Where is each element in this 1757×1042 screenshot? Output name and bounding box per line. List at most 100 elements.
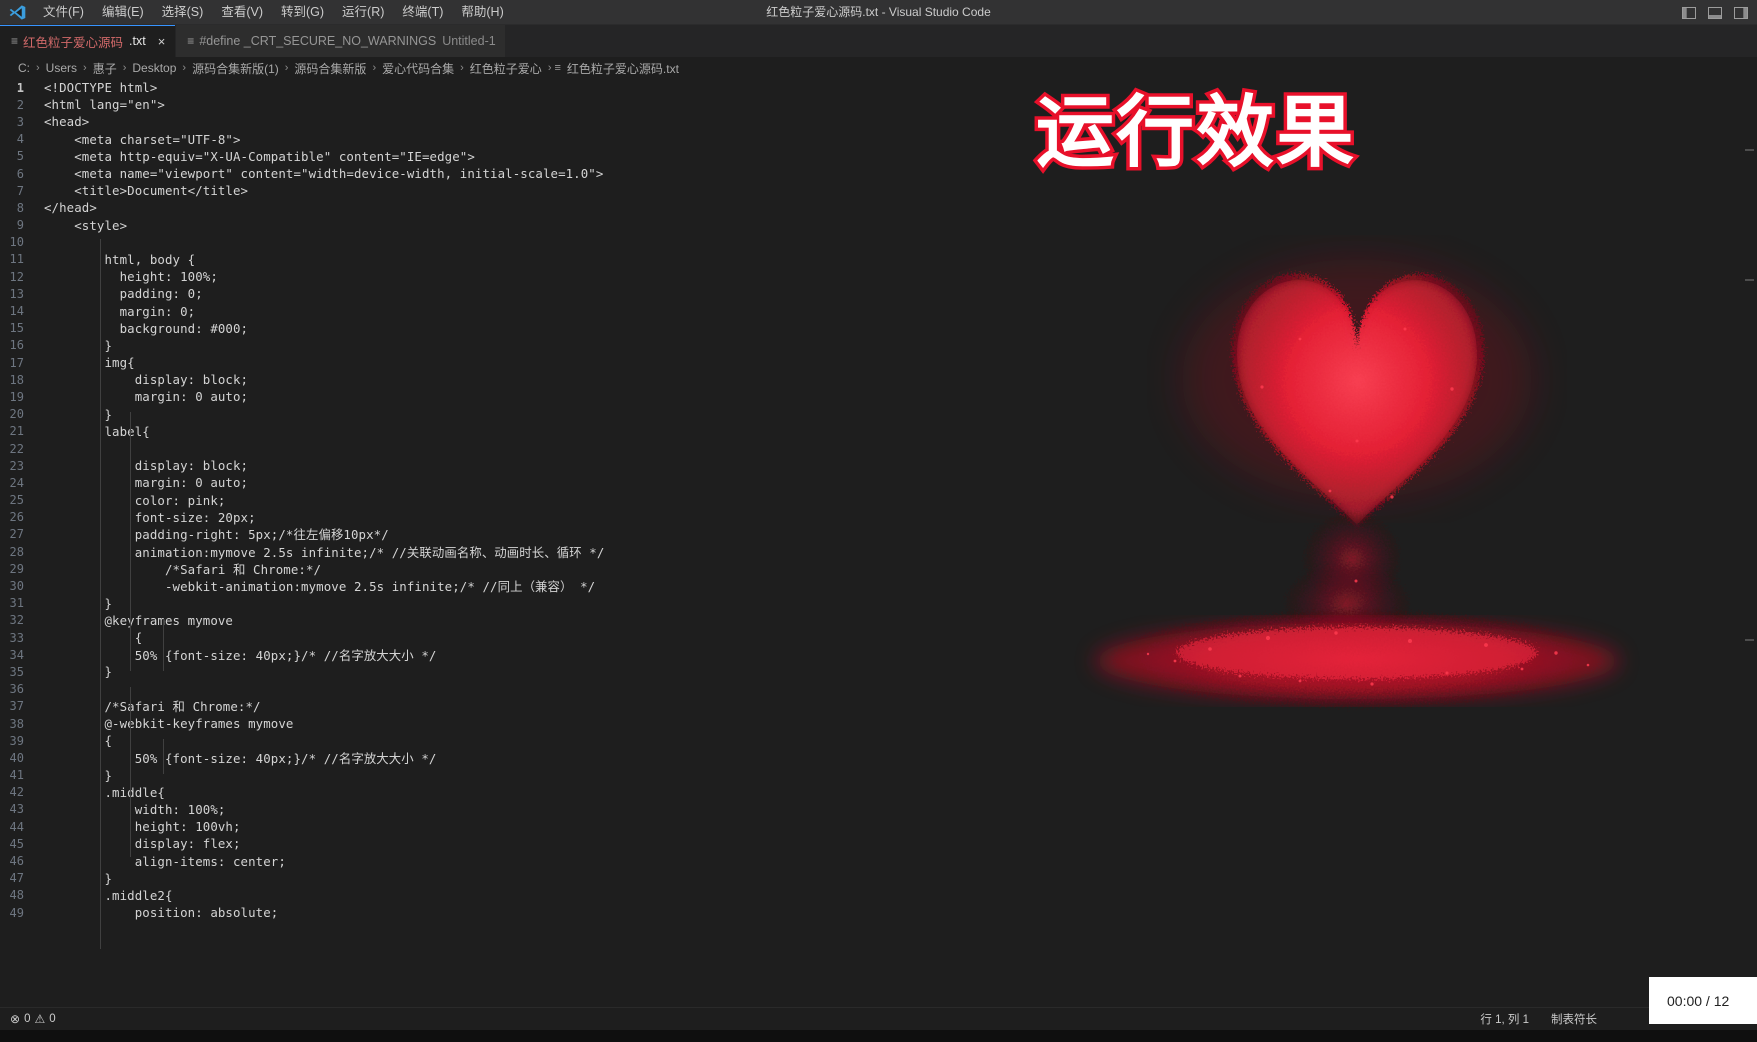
menu-item-file[interactable]: 文件(F): [34, 0, 93, 25]
menu-item-go[interactable]: 转到(G): [272, 0, 333, 25]
line-number: 17: [9, 355, 24, 370]
line-number: 43: [9, 802, 24, 817]
menu-item-view[interactable]: 查看(V): [212, 0, 272, 25]
code-line[interactable]: 22: [0, 440, 1000, 457]
code-line[interactable]: 24 margin: 0 auto;: [0, 474, 1000, 491]
code-line[interactable]: 8 </head>: [0, 199, 1000, 216]
code-line[interactable]: 17 img{: [0, 354, 1000, 371]
line-number: 1: [16, 80, 24, 95]
status-indentation[interactable]: 制表符长: [1551, 1011, 1597, 1027]
line-number: 20: [9, 407, 24, 422]
breadcrumb-segment-7[interactable]: 红色粒子爱心: [467, 60, 545, 77]
code-line[interactable]: 45 display: flex;: [0, 835, 1000, 852]
breadcrumb-segment-6[interactable]: 爱心代码合集: [379, 60, 457, 77]
code-line[interactable]: 3 <head>: [0, 113, 1000, 130]
code-line[interactable]: 31 }: [0, 595, 1000, 612]
code-line[interactable]: 43 width: 100%;: [0, 801, 1000, 818]
breadcrumb-segment-2[interactable]: 惠子: [90, 60, 120, 77]
code-line[interactable]: 49 position: absolute;: [0, 904, 1000, 921]
code-line[interactable]: 41 }: [0, 767, 1000, 784]
code-line[interactable]: 29 /*Safari 和 Chrome:*/: [0, 560, 1000, 577]
line-content: color: pink;: [44, 492, 226, 508]
menu-item-edit[interactable]: 编辑(E): [93, 0, 153, 25]
code-line[interactable]: 13 padding: 0;: [0, 285, 1000, 302]
menu-item-terminal[interactable]: 终端(T): [393, 0, 452, 25]
code-line[interactable]: 1 <!DOCTYPE html>: [0, 79, 1000, 96]
code-line[interactable]: 9 <style>: [0, 217, 1000, 234]
code-line[interactable]: 4 <meta charset="UTF-8">: [0, 131, 1000, 148]
code-line[interactable]: 44 height: 100vh;: [0, 818, 1000, 835]
status-problems[interactable]: ⊗ 0 ⚠ 0: [10, 1012, 56, 1026]
toggle-panel-icon[interactable]: [1707, 5, 1723, 21]
code-text-area[interactable]: 1 <!DOCTYPE html> 2 <html lang="en"> 3 <head>…: [0, 79, 1000, 963]
close-icon[interactable]: ×: [158, 35, 166, 48]
code-line[interactable]: 26 font-size: 20px;: [0, 509, 1000, 526]
line-number: 33: [9, 630, 24, 645]
red-particle-heart: [1000, 229, 1757, 749]
code-line[interactable]: 25 color: pink;: [0, 492, 1000, 509]
toggle-secondary-sidebar-icon[interactable]: [1733, 5, 1749, 21]
line-content: <meta charset="UTF-8">: [44, 131, 241, 147]
code-line[interactable]: 20 }: [0, 406, 1000, 423]
code-line[interactable]: 48 .middle2{: [0, 887, 1000, 904]
code-line[interactable]: 36: [0, 681, 1000, 698]
code-line[interactable]: 38 @-webkit-keyframes mymove: [0, 715, 1000, 732]
line-content: .middle{: [44, 784, 165, 800]
breadcrumb-segment-3[interactable]: Desktop: [129, 61, 179, 75]
code-line[interactable]: 5 <meta http-equiv="X-UA-Compatible" con…: [0, 148, 1000, 165]
code-line[interactable]: 39 {: [0, 732, 1000, 749]
code-line[interactable]: 7 <title>Document</title>: [0, 182, 1000, 199]
status-cursor-position[interactable]: 行 1, 列 1: [1480, 1011, 1529, 1027]
code-line[interactable]: 47 }: [0, 870, 1000, 887]
code-line[interactable]: 16 }: [0, 337, 1000, 354]
menu-bar: 文件(F) 编辑(E) 选择(S) 查看(V) 转到(G) 运行(R) 终端(T…: [34, 0, 513, 25]
breadcrumb-segment-5[interactable]: 源码合集新版: [291, 60, 369, 77]
text-file-icon: ≡: [187, 34, 194, 48]
line-content: margin: 0;: [44, 303, 196, 319]
code-line[interactable]: 11 html, body {: [0, 251, 1000, 268]
menu-item-help[interactable]: 帮助(H): [452, 0, 512, 25]
menu-item-selection[interactable]: 选择(S): [153, 0, 213, 25]
code-line[interactable]: 14 margin: 0;: [0, 302, 1000, 319]
line-number: 37: [9, 699, 24, 714]
line-number: 2: [16, 97, 24, 112]
line-number: 35: [9, 664, 24, 679]
code-line[interactable]: 35 }: [0, 663, 1000, 680]
code-line[interactable]: 12 height: 100%;: [0, 268, 1000, 285]
line-content: html, body {: [44, 251, 196, 267]
breadcrumb-segment-1[interactable]: Users: [43, 61, 80, 75]
breadcrumb-segment-0[interactable]: C:: [15, 61, 33, 75]
line-number: 38: [9, 716, 24, 731]
code-line[interactable]: 19 margin: 0 auto;: [0, 388, 1000, 405]
line-content: }: [44, 406, 113, 422]
code-line[interactable]: 37 /*Safari 和 Chrome:*/: [0, 698, 1000, 715]
line-content: margin: 0 auto;: [44, 475, 249, 491]
code-line[interactable]: 18 display: block;: [0, 371, 1000, 388]
breadcrumb-segment-4[interactable]: 源码合集新版(1): [189, 60, 282, 77]
code-line[interactable]: 27 padding-right: 5px;/*往左偏移10px*/: [0, 526, 1000, 543]
toggle-primary-sidebar-icon[interactable]: [1681, 5, 1697, 21]
line-content: display: flex;: [44, 836, 241, 852]
code-line[interactable]: 34 50% {font-size: 40px;}/* //名字放大大小 */: [0, 646, 1000, 663]
breadcrumb-file[interactable]: 红色粒子爱心源码.txt: [564, 60, 682, 77]
code-line[interactable]: 28 animation:mymove 2.5s infinite;/* //关…: [0, 543, 1000, 560]
code-line[interactable]: 21 label{: [0, 423, 1000, 440]
tab-红色粒子爱心源码[interactable]: ≡ 红色粒子爱心源码 .txt ×: [0, 25, 177, 57]
code-line[interactable]: 6 <meta name="viewport" content="width=d…: [0, 165, 1000, 182]
line-number: 15: [9, 321, 24, 336]
code-line[interactable]: 46 align-items: center;: [0, 852, 1000, 869]
tab-untitled-1[interactable]: ≡ #define _CRT_SECURE_NO_WARNINGS Untitl…: [176, 25, 507, 57]
menu-item-run[interactable]: 运行(R): [333, 0, 393, 25]
line-content: <title>Document</title>: [44, 183, 249, 199]
line-number: 28: [9, 544, 24, 559]
code-line[interactable]: 33 {: [0, 629, 1000, 646]
code-line[interactable]: 2 <html lang="en">: [0, 96, 1000, 113]
code-line[interactable]: 42 .middle{: [0, 784, 1000, 801]
code-line[interactable]: 15 background: #000;: [0, 320, 1000, 337]
code-line[interactable]: 32 @keyframes mymove: [0, 612, 1000, 629]
tab-sublabel: Untitled-1: [442, 34, 496, 48]
code-line[interactable]: 10: [0, 234, 1000, 251]
code-line[interactable]: 40 50% {font-size: 40px;}/* //名字放大大小 */: [0, 749, 1000, 766]
code-line[interactable]: 23 display: block;: [0, 457, 1000, 474]
code-line[interactable]: 30 -webkit-animation:mymove 2.5s infinit…: [0, 577, 1000, 594]
